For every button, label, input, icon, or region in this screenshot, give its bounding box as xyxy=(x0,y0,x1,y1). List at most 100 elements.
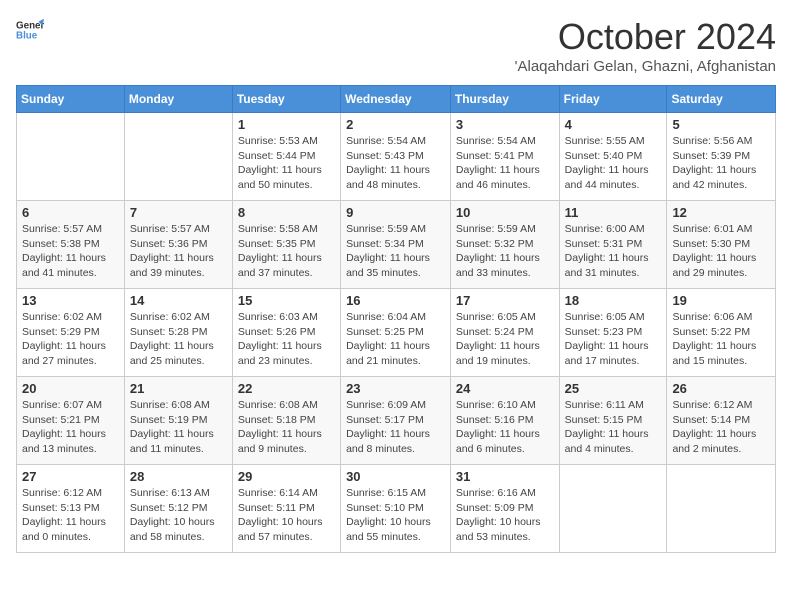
calendar-table: SundayMondayTuesdayWednesdayThursdayFrid… xyxy=(16,85,776,553)
day-number: 22 xyxy=(238,381,335,396)
svg-text:Blue: Blue xyxy=(16,30,38,41)
cell-detail: Sunrise: 6:10 AMSunset: 5:16 PMDaylight:… xyxy=(456,398,554,457)
cell-detail: Sunrise: 6:15 AMSunset: 5:10 PMDaylight:… xyxy=(346,486,445,545)
cell-detail: Sunrise: 6:08 AMSunset: 5:19 PMDaylight:… xyxy=(130,398,227,457)
cell-detail: Sunrise: 5:54 AMSunset: 5:41 PMDaylight:… xyxy=(456,134,554,193)
cell-detail: Sunrise: 6:02 AMSunset: 5:28 PMDaylight:… xyxy=(130,310,227,369)
calendar-cell: 29 Sunrise: 6:14 AMSunset: 5:11 PMDayligh… xyxy=(232,465,340,553)
cell-detail: Sunrise: 5:57 AMSunset: 5:38 PMDaylight:… xyxy=(22,222,119,281)
day-number: 9 xyxy=(346,205,445,220)
calendar-cell: 2 Sunrise: 5:54 AMSunset: 5:43 PMDaylight… xyxy=(341,113,451,201)
calendar-cell: 14 Sunrise: 6:02 AMSunset: 5:28 PMDayligh… xyxy=(124,289,232,377)
cell-detail: Sunrise: 6:16 AMSunset: 5:09 PMDaylight:… xyxy=(456,486,554,545)
cell-detail: Sunrise: 5:59 AMSunset: 5:32 PMDaylight:… xyxy=(456,222,554,281)
day-number: 27 xyxy=(22,469,119,484)
day-number: 25 xyxy=(565,381,662,396)
calendar-cell: 30 Sunrise: 6:15 AMSunset: 5:10 PMDayligh… xyxy=(341,465,451,553)
calendar-cell xyxy=(559,465,667,553)
weekday-header-row: SundayMondayTuesdayWednesdayThursdayFrid… xyxy=(17,86,776,113)
day-number: 13 xyxy=(22,293,119,308)
week-row-3: 13 Sunrise: 6:02 AMSunset: 5:29 PMDayligh… xyxy=(17,289,776,377)
calendar-cell xyxy=(667,465,776,553)
weekday-header-sunday: Sunday xyxy=(17,86,125,113)
calendar-cell: 25 Sunrise: 6:11 AMSunset: 5:15 PMDayligh… xyxy=(559,377,667,465)
day-number: 14 xyxy=(130,293,227,308)
calendar-cell: 26 Sunrise: 6:12 AMSunset: 5:14 PMDayligh… xyxy=(667,377,776,465)
day-number: 20 xyxy=(22,381,119,396)
cell-detail: Sunrise: 5:58 AMSunset: 5:35 PMDaylight:… xyxy=(238,222,335,281)
calendar-cell: 18 Sunrise: 6:05 AMSunset: 5:23 PMDayligh… xyxy=(559,289,667,377)
logo: General Blue xyxy=(16,16,44,44)
weekday-header-tuesday: Tuesday xyxy=(232,86,340,113)
cell-detail: Sunrise: 6:01 AMSunset: 5:30 PMDaylight:… xyxy=(672,222,770,281)
calendar-cell: 27 Sunrise: 6:12 AMSunset: 5:13 PMDayligh… xyxy=(17,465,125,553)
calendar-cell: 22 Sunrise: 6:08 AMSunset: 5:18 PMDayligh… xyxy=(232,377,340,465)
day-number: 23 xyxy=(346,381,445,396)
calendar-cell xyxy=(124,113,232,201)
cell-detail: Sunrise: 6:09 AMSunset: 5:17 PMDaylight:… xyxy=(346,398,445,457)
day-number: 29 xyxy=(238,469,335,484)
day-number: 18 xyxy=(565,293,662,308)
cell-detail: Sunrise: 6:13 AMSunset: 5:12 PMDaylight:… xyxy=(130,486,227,545)
header: General Blue October 2024 'Alaqahdari Ge… xyxy=(16,16,776,75)
day-number: 28 xyxy=(130,469,227,484)
calendar-cell: 19Sunrise: 6:06 AMSunset: 5:22 PMDayligh… xyxy=(667,289,776,377)
day-number: 2 xyxy=(346,117,445,132)
title-block: October 2024 'Alaqahdari Gelan, Ghazni, … xyxy=(515,16,776,75)
calendar-cell: 24Sunrise: 6:10 AMSunset: 5:16 PMDayligh… xyxy=(450,377,559,465)
calendar-cell: 13 Sunrise: 6:02 AMSunset: 5:29 PMDayligh… xyxy=(17,289,125,377)
week-row-1: 1Sunrise: 5:53 AMSunset: 5:44 PMDaylight… xyxy=(17,113,776,201)
day-number: 26 xyxy=(672,381,770,396)
day-number: 30 xyxy=(346,469,445,484)
calendar-cell: 21 Sunrise: 6:08 AMSunset: 5:19 PMDayligh… xyxy=(124,377,232,465)
week-row-4: 20 Sunrise: 6:07 AMSunset: 5:21 PMDayligh… xyxy=(17,377,776,465)
calendar-cell: 23 Sunrise: 6:09 AMSunset: 5:17 PMDayligh… xyxy=(341,377,451,465)
cell-detail: Sunrise: 5:57 AMSunset: 5:36 PMDaylight:… xyxy=(130,222,227,281)
calendar-cell: 10 Sunrise: 5:59 AMSunset: 5:32 PMDayligh… xyxy=(450,201,559,289)
day-number: 3 xyxy=(456,117,554,132)
day-number: 16 xyxy=(346,293,445,308)
cell-detail: Sunrise: 6:04 AMSunset: 5:25 PMDaylight:… xyxy=(346,310,445,369)
day-number: 17 xyxy=(456,293,554,308)
cell-detail: Sunrise: 6:12 AMSunset: 5:13 PMDaylight:… xyxy=(22,486,119,545)
cell-detail: Sunrise: 6:07 AMSunset: 5:21 PMDaylight:… xyxy=(22,398,119,457)
cell-detail: Sunrise: 6:14 AMSunset: 5:11 PMDaylight:… xyxy=(238,486,335,545)
day-number: 5 xyxy=(672,117,770,132)
week-row-2: 6 Sunrise: 5:57 AMSunset: 5:38 PMDaylight… xyxy=(17,201,776,289)
cell-detail: Sunrise: 6:02 AMSunset: 5:29 PMDaylight:… xyxy=(22,310,119,369)
cell-detail: Sunrise: 6:12 AMSunset: 5:14 PMDaylight:… xyxy=(672,398,770,457)
calendar-cell: 31Sunrise: 6:16 AMSunset: 5:09 PMDayligh… xyxy=(450,465,559,553)
weekday-header-saturday: Saturday xyxy=(667,86,776,113)
calendar-cell: 1Sunrise: 5:53 AMSunset: 5:44 PMDaylight… xyxy=(232,113,340,201)
day-number: 15 xyxy=(238,293,335,308)
calendar-cell: 6 Sunrise: 5:57 AMSunset: 5:38 PMDaylight… xyxy=(17,201,125,289)
weekday-header-monday: Monday xyxy=(124,86,232,113)
weekday-header-wednesday: Wednesday xyxy=(341,86,451,113)
calendar-cell: 5 Sunrise: 5:56 AMSunset: 5:39 PMDaylight… xyxy=(667,113,776,201)
calendar-cell xyxy=(17,113,125,201)
calendar-cell: 9 Sunrise: 5:59 AMSunset: 5:34 PMDaylight… xyxy=(341,201,451,289)
week-row-5: 27 Sunrise: 6:12 AMSunset: 5:13 PMDayligh… xyxy=(17,465,776,553)
day-number: 12 xyxy=(672,205,770,220)
calendar-cell: 28 Sunrise: 6:13 AMSunset: 5:12 PMDayligh… xyxy=(124,465,232,553)
cell-detail: Sunrise: 6:08 AMSunset: 5:18 PMDaylight:… xyxy=(238,398,335,457)
cell-detail: Sunrise: 5:54 AMSunset: 5:43 PMDaylight:… xyxy=(346,134,445,193)
day-number: 10 xyxy=(456,205,554,220)
calendar-cell: 17Sunrise: 6:05 AMSunset: 5:24 PMDayligh… xyxy=(450,289,559,377)
calendar-cell: 16 Sunrise: 6:04 AMSunset: 5:25 PMDayligh… xyxy=(341,289,451,377)
cell-detail: Sunrise: 5:56 AMSunset: 5:39 PMDaylight:… xyxy=(672,134,770,193)
calendar-cell: 20 Sunrise: 6:07 AMSunset: 5:21 PMDayligh… xyxy=(17,377,125,465)
day-number: 21 xyxy=(130,381,227,396)
day-number: 6 xyxy=(22,205,119,220)
calendar-cell: 7Sunrise: 5:57 AMSunset: 5:36 PMDaylight… xyxy=(124,201,232,289)
weekday-header-thursday: Thursday xyxy=(450,86,559,113)
location-title: 'Alaqahdari Gelan, Ghazni, Afghanistan xyxy=(515,58,776,75)
calendar-cell: 15Sunrise: 6:03 AMSunset: 5:26 PMDayligh… xyxy=(232,289,340,377)
day-number: 4 xyxy=(565,117,662,132)
cell-detail: Sunrise: 6:11 AMSunset: 5:15 PMDaylight:… xyxy=(565,398,662,457)
cell-detail: Sunrise: 5:59 AMSunset: 5:34 PMDaylight:… xyxy=(346,222,445,281)
cell-detail: Sunrise: 6:05 AMSunset: 5:23 PMDaylight:… xyxy=(565,310,662,369)
day-number: 1 xyxy=(238,117,335,132)
calendar-cell: 3 Sunrise: 5:54 AMSunset: 5:41 PMDaylight… xyxy=(450,113,559,201)
cell-detail: Sunrise: 6:00 AMSunset: 5:31 PMDaylight:… xyxy=(565,222,662,281)
